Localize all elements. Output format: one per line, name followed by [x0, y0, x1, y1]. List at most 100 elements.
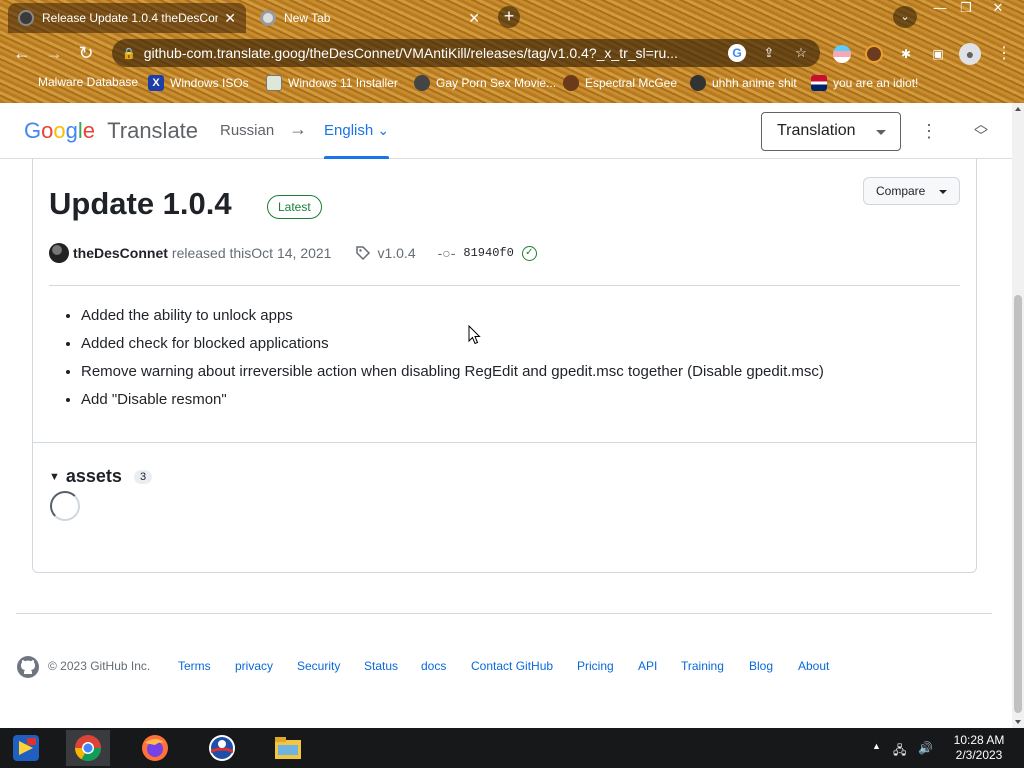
volume-icon[interactable]: 🔊	[918, 741, 933, 755]
footer-link-pricing[interactable]: Pricing	[577, 659, 614, 673]
release-title[interactable]: Update 1.0.4	[49, 186, 232, 222]
side-panel-icon[interactable]: ▣	[929, 45, 947, 63]
target-language-tab[interactable]: English ⌄	[324, 122, 389, 139]
bookmark-windows-isos[interactable]: X Windows ISOs	[148, 75, 249, 91]
footer-link-docs[interactable]: docs	[421, 659, 446, 673]
scrollbar-thumb[interactable]	[1014, 295, 1022, 713]
footer-link-terms[interactable]: Terms	[178, 659, 211, 673]
taskbar-app-4[interactable]	[200, 730, 244, 766]
bookmark-espectral-mcgee[interactable]: Espectral McGee	[563, 75, 677, 91]
bookmark-label: Windows 11 Installer	[288, 76, 398, 90]
footer-copyright: © 2023 GitHub Inc.	[48, 659, 151, 673]
bookmark-label: Windows ISOs	[170, 76, 249, 90]
chevron-down-icon: ⌄	[377, 122, 390, 138]
bookmark-malware-database[interactable]: Malware Database	[38, 75, 138, 89]
footer-link-training[interactable]: Training	[681, 659, 724, 673]
taskbar-clock[interactable]: 10:28 AM 2/3/2023	[944, 733, 1014, 763]
profile-extension-icon[interactable]	[865, 45, 883, 63]
logo-letter: o	[41, 118, 54, 143]
forward-button[interactable]: →	[43, 42, 65, 64]
footer-link-security[interactable]: Security	[297, 659, 340, 673]
share-icon[interactable]: ⇪	[760, 44, 778, 62]
address-bar[interactable]: 🔒 G ⇪ ☆	[112, 39, 820, 67]
author-avatar[interactable]	[49, 243, 69, 263]
footer-link-privacy[interactable]: privacy	[235, 659, 273, 673]
google-translate-icon[interactable]: G	[728, 44, 746, 62]
bookmark-site-4[interactable]: Gay Porn Sex Movie...	[414, 75, 556, 91]
bookmark-windows-11-installer[interactable]: Windows 11 Installer	[266, 75, 398, 91]
release-notes: Added the ability to unlock apps Added c…	[81, 306, 824, 418]
dropdown-caret-icon	[876, 130, 886, 135]
taskbar-firefox[interactable]	[133, 730, 177, 766]
scroll-up-icon[interactable]	[1015, 107, 1021, 111]
site-icon	[690, 75, 706, 91]
taskbar-file-explorer[interactable]	[266, 730, 310, 766]
tag-link[interactable]: v1.0.4	[377, 245, 415, 261]
divider	[33, 442, 976, 443]
tab-title: Release Update 1.0.4 theDesConnet	[42, 11, 219, 25]
page-scrollbar[interactable]	[1012, 103, 1024, 728]
released-text: released this	[171, 245, 252, 261]
bookmark-star-icon[interactable]: ☆	[792, 44, 810, 62]
footer-link-status[interactable]: Status	[364, 659, 398, 673]
site-icon	[563, 75, 579, 91]
tab-search-button[interactable]: ⌄	[893, 6, 917, 28]
lock-icon[interactable]: 🔒	[122, 47, 136, 60]
tray-overflow-icon[interactable]: ▲	[872, 741, 881, 751]
compare-button[interactable]: Compare	[863, 177, 960, 205]
url-input[interactable]	[143, 45, 714, 61]
puzzle-extensions-icon[interactable]: ✱	[897, 45, 915, 63]
scroll-down-icon[interactable]	[1015, 720, 1021, 724]
logo-letter: g	[65, 118, 78, 143]
footer-link-api[interactable]: API	[638, 659, 657, 673]
taskbar-app-1[interactable]	[4, 730, 48, 766]
image-icon	[266, 75, 282, 91]
translation-mode-select[interactable]: Translation	[761, 112, 901, 151]
assets-toggle[interactable]: ▼ assets 3	[49, 466, 153, 487]
footer-divider	[16, 613, 992, 614]
github-logo-icon[interactable]	[16, 655, 40, 679]
restore-button[interactable]: ❐	[952, 0, 980, 18]
author-link[interactable]: theDesConnet	[73, 245, 168, 261]
bookmark-anime[interactable]: uhhh anime shit	[690, 75, 797, 91]
google-translate-logo[interactable]: Google Translate	[24, 118, 198, 144]
more-options-icon[interactable]: ⋮	[920, 120, 938, 142]
network-icon[interactable]: 🖧	[893, 741, 906, 762]
target-language-label: English	[324, 122, 374, 139]
chrome-menu-icon[interactable]: ⋮	[995, 45, 1013, 63]
bookmark-label: uhhh anime shit	[712, 76, 797, 90]
list-item: Remove warning about irreversible action…	[81, 362, 824, 390]
x-icon: X	[148, 75, 164, 91]
collapse-toolbar-icon[interactable]: ︿ ﹀	[970, 117, 992, 144]
commit-icon: -○-	[437, 245, 456, 261]
latest-badge: Latest	[267, 195, 322, 219]
close-tab-icon[interactable]: ✕	[468, 10, 480, 27]
trans-flag-extension-icon[interactable]	[833, 45, 851, 63]
tab-release[interactable]: Release Update 1.0.4 theDesConnet ✕	[8, 3, 246, 33]
footer-link-about[interactable]: About	[798, 659, 829, 673]
new-tab-button[interactable]: +	[498, 6, 520, 28]
source-language-tab[interactable]: Russian	[220, 122, 274, 139]
taskbar-chrome[interactable]	[66, 730, 110, 766]
reload-button[interactable]: ↻	[75, 42, 97, 64]
footer-link-blog[interactable]: Blog	[749, 659, 773, 673]
commit-sha-link[interactable]: 81940f0	[463, 246, 513, 260]
translate-product-name: Translate	[107, 118, 199, 143]
close-tab-icon[interactable]: ✕	[224, 10, 236, 27]
footer-link-contact[interactable]: Contact GitHub	[471, 659, 553, 673]
assets-label: assets	[65, 466, 122, 486]
verified-check-icon[interactable]: ✓	[521, 245, 537, 261]
release-date: Oct 14, 2021	[251, 245, 332, 261]
close-window-button[interactable]: ✕	[984, 0, 1012, 18]
minimize-button[interactable]: —	[926, 0, 954, 18]
back-button[interactable]: ←	[11, 42, 33, 64]
list-item: Added the ability to unlock apps	[81, 306, 824, 334]
profile-avatar-icon[interactable]: ●	[959, 43, 981, 65]
bookmark-label: Espectral McGee	[585, 76, 678, 90]
bookmark-you-are-an-idiot[interactable]: you are an idiot!	[811, 75, 918, 91]
tab-new-tab[interactable]: New Tab ✕	[250, 3, 490, 33]
firefox-icon	[142, 735, 168, 761]
clock-date: 2/3/2023	[955, 748, 1003, 762]
loading-spinner-icon	[50, 491, 80, 521]
mouse-cursor-icon	[468, 325, 481, 345]
